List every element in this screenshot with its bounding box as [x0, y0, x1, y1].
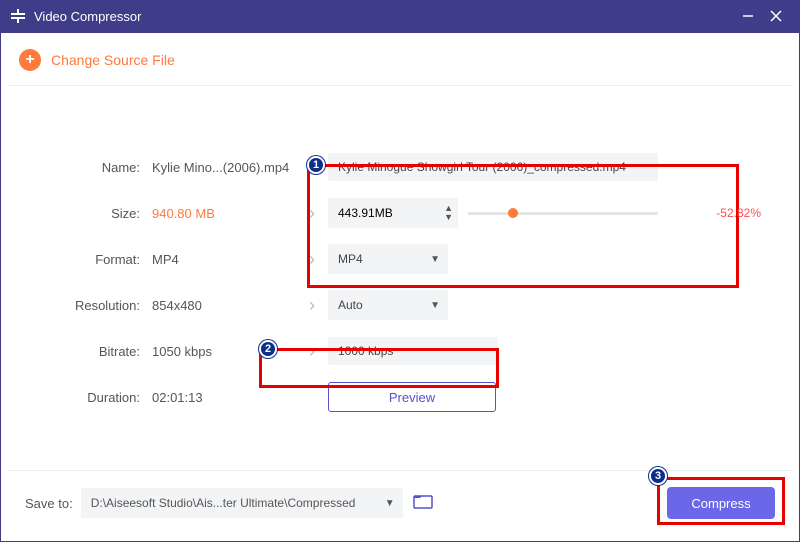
output-name-input[interactable] [328, 153, 658, 181]
save-path-value: D:\Aiseesoft Studio\Ais...ter Ultimate\C… [91, 496, 385, 510]
row-format: Format: MP4 › MP4 ▼ [31, 236, 769, 282]
annotation-badge-2: 2 [259, 340, 277, 358]
label-name: Name: [31, 160, 146, 175]
change-source-link[interactable]: Change Source File [51, 52, 175, 68]
label-resolution: Resolution: [31, 298, 146, 313]
source-resolution: 854x480 [146, 298, 296, 313]
close-button[interactable] [762, 2, 790, 30]
row-name: Name: Kylie Mino...(2006).mp4 › [31, 144, 769, 190]
output-size-stepper[interactable]: 443.91MB ▲ ▼ [328, 198, 458, 228]
size-percent: -52.82% [716, 206, 769, 220]
annotation-badge-1: 1 [307, 156, 325, 174]
app-icon [10, 8, 26, 24]
slider-track [468, 212, 658, 215]
label-duration: Duration: [31, 390, 146, 405]
label-bitrate: Bitrate: [31, 344, 146, 359]
label-size: Size: [31, 206, 146, 221]
output-format-select[interactable]: MP4 ▼ [328, 244, 448, 274]
row-duration: Duration: 02:01:13 › Preview [31, 374, 769, 420]
row-size: Size: 940.80 MB › 443.91MB ▲ ▼ [31, 190, 769, 236]
source-name: Kylie Mino...(2006).mp4 [146, 160, 296, 175]
source-format: MP4 [146, 252, 296, 267]
plus-icon[interactable]: + [19, 49, 41, 71]
minimize-button[interactable] [734, 2, 762, 30]
output-resolution-value: Auto [338, 298, 430, 312]
title-bar: Video Compressor [0, 0, 800, 32]
toolbar: + Change Source File [7, 39, 793, 86]
label-format: Format: [31, 252, 146, 267]
window-body: + Change Source File 1 2 Name: Kylie Min… [0, 32, 800, 542]
save-path-select[interactable]: D:\Aiseesoft Studio\Ais...ter Ultimate\C… [81, 488, 403, 518]
output-resolution-select[interactable]: Auto ▼ [328, 290, 448, 320]
window-title: Video Compressor [34, 9, 734, 24]
source-duration: 02:01:13 [146, 390, 296, 405]
output-size-value: 443.91MB [338, 206, 443, 220]
output-format-value: MP4 [338, 252, 430, 266]
save-to-label: Save to: [25, 496, 73, 511]
chevron-down-icon: ▼ [430, 300, 440, 311]
content-area: 1 2 Name: Kylie Mino...(2006).mp4 › Size… [7, 86, 793, 470]
open-folder-button[interactable] [413, 493, 433, 514]
annotation-badge-3: 3 [649, 467, 667, 485]
arrow-icon: › [296, 295, 328, 316]
preview-button[interactable]: Preview [328, 382, 496, 412]
row-resolution: Resolution: 854x480 › Auto ▼ [31, 282, 769, 328]
chevron-down-icon: ▼ [430, 254, 440, 265]
footer-bar: 3 Save to: D:\Aiseesoft Studio\Ais...ter… [7, 470, 793, 535]
compress-button[interactable]: Compress [667, 487, 775, 519]
arrow-icon: › [296, 341, 328, 362]
size-slider[interactable]: -52.82% [468, 206, 769, 220]
row-bitrate: Bitrate: 1050 kbps › [31, 328, 769, 374]
stepper-down-icon[interactable]: ▼ [443, 213, 454, 222]
chevron-down-icon: ▼ [385, 498, 395, 509]
arrow-icon: › [296, 249, 328, 270]
slider-thumb[interactable] [508, 208, 518, 218]
output-bitrate-input[interactable] [328, 337, 498, 365]
source-size: 940.80 MB [146, 206, 296, 221]
arrow-icon: › [296, 203, 328, 224]
